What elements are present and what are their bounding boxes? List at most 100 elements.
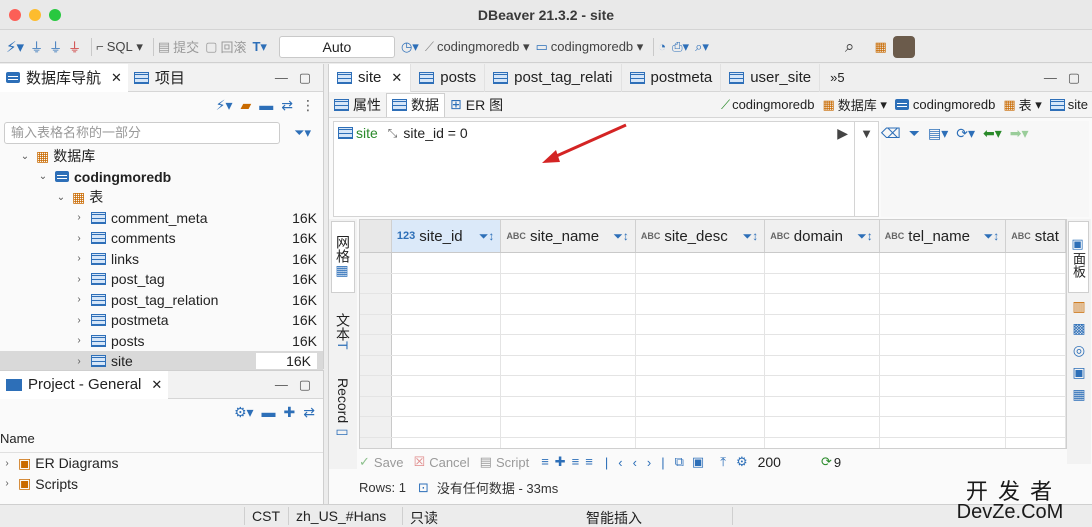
commit-button[interactable]: ▤ 提交 — [158, 36, 199, 58]
grid-cell[interactable] — [880, 437, 1007, 448]
grid-cell[interactable] — [636, 417, 766, 437]
global-search-button[interactable]: ⌕ — [845, 36, 855, 58]
grid-cell[interactable] — [765, 314, 880, 334]
chevron-right-icon[interactable]: › — [72, 335, 86, 346]
apply-filter-icon[interactable]: ▶ — [837, 125, 848, 142]
search-toolbar-button[interactable]: ⌕▾ — [695, 36, 709, 58]
history-button[interactable]: ◷▾ — [401, 36, 419, 58]
grid-cell[interactable] — [1006, 314, 1066, 334]
grid-panel-icon[interactable]: ▩ — [1067, 317, 1091, 339]
row-number-cell[interactable] — [360, 294, 392, 314]
column-header[interactable]: 123 site_id ⏷↕ — [391, 220, 502, 252]
project-item-er-diagrams[interactable]: › ▣ ER Diagrams — [0, 453, 323, 474]
tree-node-database[interactable]: ⌄ ▦ 数据库 — [0, 146, 323, 167]
connect-button[interactable]: ⏚ — [30, 36, 43, 58]
add-icon[interactable]: ✚ — [284, 404, 296, 421]
tree-node-table[interactable]: › site 16K — [0, 351, 323, 372]
grid-cell[interactable] — [501, 294, 636, 314]
project-column-header[interactable]: Name — [0, 425, 323, 453]
grid-cell[interactable] — [765, 335, 880, 355]
grid-cell[interactable] — [636, 335, 766, 355]
breadcrumb-connection[interactable]: ⟋ codingmoredb — [721, 97, 815, 113]
grid-cell[interactable] — [880, 376, 1007, 396]
chevron-down-icon[interactable]: ⌄ — [54, 192, 68, 203]
grid-cell[interactable] — [765, 396, 880, 416]
tree-node-table[interactable]: › links 16K — [0, 249, 323, 270]
tree-node-table[interactable]: › comments 16K — [0, 228, 323, 249]
grid-cell[interactable] — [501, 437, 636, 448]
grid-cell[interactable] — [501, 273, 636, 293]
filter-panel-icon[interactable]: ▥ — [1067, 295, 1091, 317]
grid-cell[interactable] — [392, 253, 502, 273]
datasource-selector[interactable]: ⟋ codingmoredb ▾ — [425, 36, 530, 58]
grid-cell[interactable] — [880, 294, 1007, 314]
tab-site[interactable]: site ✕ — [329, 63, 412, 92]
minimize-maximize-icons[interactable]: — ▢ — [275, 70, 311, 86]
grid-cell[interactable] — [765, 355, 880, 375]
grid-cell[interactable] — [1006, 294, 1066, 314]
grid-cell[interactable] — [636, 273, 766, 293]
menu-icon[interactable]: ⋮ — [301, 97, 315, 114]
tree-node-table[interactable]: › comment_meta 16K — [0, 208, 323, 229]
chevron-down-icon[interactable]: ⌄ — [18, 151, 32, 162]
grid-cell[interactable] — [636, 314, 766, 334]
column-header[interactable]: ABC tel_name ⏷↕ — [880, 220, 1007, 252]
dashboard-button[interactable]: ◔ — [658, 36, 666, 58]
export-icon[interactable]: ⤒ — [720, 454, 726, 470]
grid-cell[interactable] — [1006, 437, 1066, 448]
chevron-right-icon[interactable]: › — [72, 253, 86, 264]
perspective-button[interactable]: ▦ — [874, 36, 886, 58]
column-header[interactable]: ABC site_desc ⏷↕ — [636, 220, 766, 252]
subtab-properties[interactable]: 属性 — [329, 93, 386, 117]
layout-icon[interactable]: ▦ — [1067, 383, 1091, 405]
grid-cell[interactable] — [765, 273, 880, 293]
close-tab-icon[interactable]: ✕ — [111, 70, 122, 86]
subtab-er-diagram[interactable]: ⊞ ER 图 — [445, 93, 508, 117]
row-number-cell[interactable] — [360, 396, 392, 416]
grid-cell[interactable] — [1006, 273, 1066, 293]
grid-cell[interactable] — [501, 335, 636, 355]
filter-expression-input[interactable]: site_id = 0 — [403, 125, 467, 141]
breadcrumb-database[interactable]: ▦ 数据库 ▾ — [822, 95, 886, 114]
collapse-icon[interactable]: ▬ — [262, 404, 276, 420]
grid-cell[interactable] — [501, 314, 636, 334]
user-avatar[interactable] — [892, 35, 915, 58]
tab-projects[interactable]: 项目 — [128, 64, 191, 92]
grid-cell[interactable] — [392, 376, 502, 396]
save-button[interactable]: ✓ Save — [359, 454, 404, 470]
grid-cell[interactable] — [501, 396, 636, 416]
disconnect-button[interactable]: ⏚ — [68, 36, 81, 58]
grid-cell[interactable] — [501, 253, 636, 273]
breadcrumb-table[interactable]: site — [1049, 97, 1088, 112]
grid-cell[interactable] — [765, 294, 880, 314]
grid-cell[interactable] — [392, 355, 502, 375]
grid-cell[interactable] — [880, 396, 1007, 416]
chevron-right-icon[interactable]: › — [72, 315, 86, 326]
tab-postmeta[interactable]: postmeta — [622, 63, 722, 92]
grid-cell[interactable] — [636, 437, 766, 448]
grid-cell[interactable] — [392, 335, 502, 355]
breadcrumb-schema[interactable]: codingmoredb — [894, 97, 995, 112]
collapse-all-icon[interactable]: ▬ — [259, 97, 273, 113]
tab-user-site[interactable]: user_site — [721, 63, 821, 92]
breadcrumb-tables[interactable]: ▦ 表 ▾ — [1003, 95, 1041, 114]
sql-editor-button[interactable]: ⌐ SQL ▾ — [96, 36, 143, 58]
rollback-button[interactable]: ▢ 回滚 — [205, 36, 246, 58]
transaction-mode-button[interactable]: T▾ — [252, 36, 266, 58]
refresh-icon[interactable]: ⟳▾ — [956, 125, 975, 142]
grid-cell[interactable] — [501, 417, 636, 437]
tab-post-tag-relation[interactable]: post_tag_relati — [485, 63, 622, 92]
grid-cell[interactable] — [765, 253, 880, 273]
sort-filter-icon[interactable]: ⏷↕ — [613, 229, 629, 244]
script-button[interactable]: ▤ Script — [480, 454, 530, 470]
filter-history-dropdown[interactable]: ▼ — [855, 121, 879, 217]
cancel-button[interactable]: ☒ Cancel — [414, 454, 470, 470]
chevron-down-icon[interactable]: ⌄ — [36, 171, 50, 182]
grid-cell[interactable] — [765, 437, 880, 448]
navigation-icons[interactable]: |‹‹›| — [605, 455, 675, 470]
more-tabs-button[interactable]: »5 — [830, 70, 844, 85]
subtab-data[interactable]: 数据 — [386, 92, 445, 117]
tree-node-table[interactable]: › post_tag 16K — [0, 269, 323, 290]
schema-selector[interactable]: ▭ codingmoredb ▾ — [535, 36, 643, 58]
transaction-mode-field[interactable]: Auto — [278, 35, 395, 58]
